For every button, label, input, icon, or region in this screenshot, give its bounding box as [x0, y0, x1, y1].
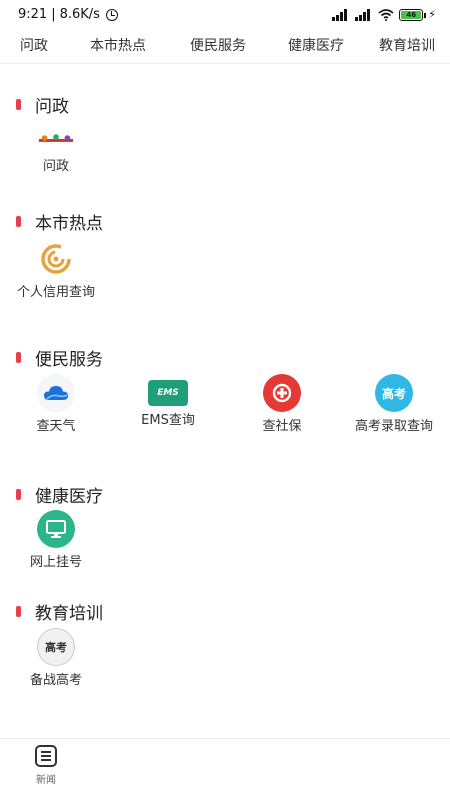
- item-social-security[interactable]: 查社保: [226, 374, 338, 435]
- section-marker: [16, 489, 21, 500]
- nav-news-label: 新闻: [36, 775, 56, 786]
- section-marker: [16, 606, 21, 617]
- nav-news[interactable]: 新闻: [26, 745, 66, 786]
- section-title-wenzheng: 问政: [16, 92, 69, 117]
- item-label: 查天气: [36, 419, 76, 434]
- section-label: 问政: [35, 97, 69, 117]
- network-speed: 8.6K/s: [59, 7, 100, 22]
- item-credit-query[interactable]: 个人信用查询: [0, 240, 112, 301]
- item-wenzheng[interactable]: 问政: [0, 128, 112, 175]
- item-label: 高考录取查询: [354, 419, 433, 434]
- item-exam-prep[interactable]: 高考 备战高考: [0, 628, 112, 689]
- item-label: 查社保: [262, 419, 302, 434]
- tab-hotspot[interactable]: 本市热点: [68, 30, 168, 63]
- ems-icon: EMS: [148, 380, 188, 406]
- section-marker: [16, 216, 21, 227]
- tab-wenzheng[interactable]: 问政: [0, 30, 68, 63]
- monitor-icon: [37, 510, 75, 548]
- section-label: 便民服务: [35, 350, 103, 370]
- item-label: 问政: [42, 159, 69, 174]
- section-title-hotspot: 本市热点: [16, 209, 103, 234]
- ems-icon-text: EMS: [157, 388, 179, 398]
- news-list-icon: [35, 745, 57, 767]
- status-right: 46 ⚡: [332, 8, 436, 21]
- section-marker: [16, 99, 21, 110]
- item-weather[interactable]: 查天气: [0, 374, 112, 435]
- charging-icon: ⚡: [428, 8, 436, 21]
- alarm-icon: [105, 8, 118, 21]
- exam-icon-text: 高考: [45, 641, 67, 654]
- wenzheng-logo-icon: [37, 128, 75, 152]
- battery-icon: 46: [399, 8, 427, 21]
- section-label: 教育培训: [35, 604, 103, 624]
- signal-icon: [355, 8, 373, 21]
- section-title-service: 便民服务: [16, 345, 103, 370]
- exam-icon: 高考: [37, 628, 75, 666]
- section-label: 本市热点: [35, 214, 103, 234]
- tab-education[interactable]: 教育培训: [364, 30, 450, 63]
- item-ems-query[interactable]: EMS EMS查询: [112, 374, 224, 429]
- gaokao-icon-text: 高考: [381, 386, 406, 401]
- section-title-education: 教育培训: [16, 599, 103, 624]
- status-left: 9:21 | 8.6K/s: [18, 7, 118, 22]
- tab-service[interactable]: 便民服务: [168, 30, 268, 63]
- item-label: 个人信用查询: [16, 285, 95, 300]
- item-label: 网上挂号: [29, 555, 82, 570]
- section-title-health: 健康医疗: [16, 482, 103, 507]
- credit-icon: [37, 240, 75, 278]
- item-gaokao-query[interactable]: 高考 高考录取查询: [338, 374, 450, 435]
- section-label: 健康医疗: [35, 487, 103, 507]
- category-tabs: 问政 本市热点 便民服务 健康医疗 教育培训: [0, 30, 450, 64]
- item-label: EMS查询: [141, 413, 195, 428]
- gaokao-icon: 高考: [375, 374, 413, 412]
- social-security-icon: [263, 374, 301, 412]
- item-online-registration[interactable]: 网上挂号: [0, 510, 112, 571]
- wifi-icon: [378, 8, 394, 21]
- signal-icon: [332, 8, 350, 21]
- status-bar: 9:21 | 8.6K/s 46 ⚡: [0, 0, 450, 30]
- item-label: 备战高考: [29, 673, 82, 688]
- section-marker: [16, 352, 21, 363]
- bottom-nav: 新闻: [0, 738, 450, 800]
- weather-icon: [37, 374, 75, 412]
- tab-health[interactable]: 健康医疗: [268, 30, 364, 63]
- status-separator: |: [51, 7, 56, 22]
- status-time: 9:21: [18, 7, 48, 22]
- battery-level: 46: [401, 10, 422, 19]
